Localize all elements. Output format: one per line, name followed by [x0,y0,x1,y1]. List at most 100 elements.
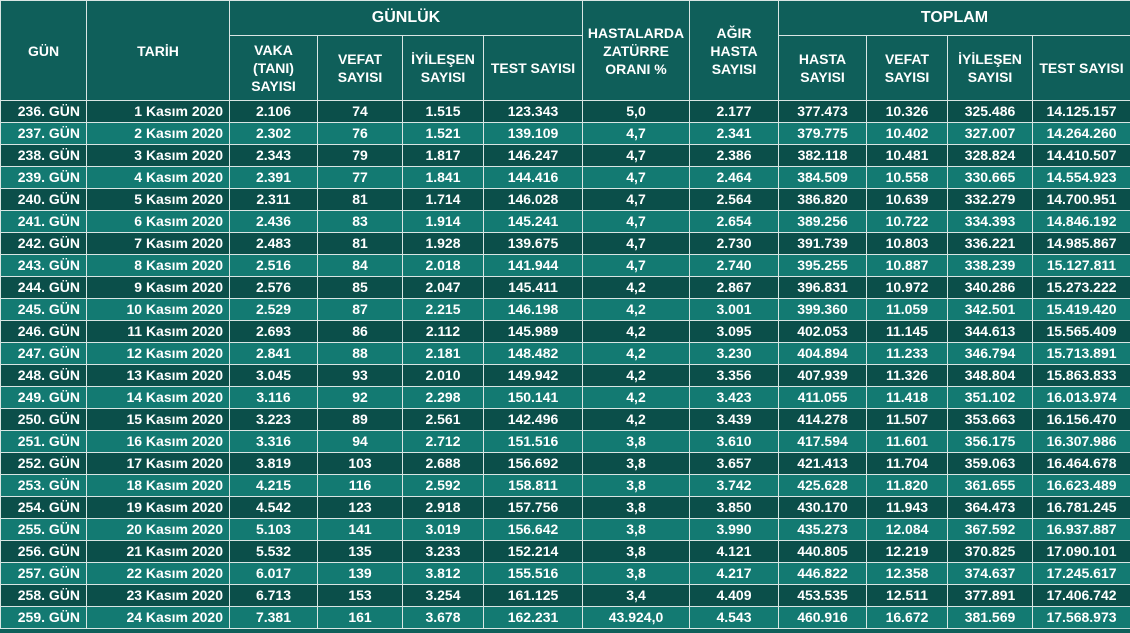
severe-patients-cell: 3.439 [689,408,779,431]
daily-deaths-cell: 141 [317,518,403,541]
total-deaths-cell: 12.084 [866,518,948,541]
total-tests-cell: 15.863.833 [1031,364,1130,387]
total-tests-cell: 16.307.986 [1031,430,1130,453]
daily-tests-cell: 144.416 [483,166,583,189]
daily-recovered-cell: 2.112 [402,320,484,343]
total-cases-cell: 460.916 [778,606,867,629]
daily-cases-cell: 2.529 [229,298,318,321]
table-row: 252. GÜN 17 Kasım 2020 3.819 103 2.688 156.69… [0,452,1130,475]
severe-patients-cell: 2.341 [689,122,779,145]
daily-deaths-cell: 116 [317,474,403,497]
day-cell: 245. GÜN [0,298,87,321]
day-cell: 257. GÜN [0,562,87,585]
daily-tests-cell: 162.231 [483,606,583,629]
severe-patients-cell: 3.657 [689,452,779,475]
day-cell: 239. GÜN [0,166,87,189]
table-row: 254. GÜN 19 Kasım 2020 4.542 123 2.918 157.75… [0,496,1130,519]
daily-tests-cell: 142.496 [483,408,583,431]
total-deaths-cell: 10.402 [866,122,948,145]
daily-cases-cell: 2.483 [229,232,318,255]
daily-deaths-cell: 139 [317,562,403,585]
daily-deaths-cell: 94 [317,430,403,453]
daily-cases-cell: 3.316 [229,430,318,453]
total-recovered-cell: 328.824 [947,144,1033,167]
pneumonia-rate-cell: 3,8 [582,540,690,563]
daily-tests-cell: 139.109 [483,122,583,145]
daily-deaths-cell: 87 [317,298,403,321]
date-cell: 10 Kasım 2020 [86,298,230,321]
total-deaths-cell: 11.233 [866,342,948,365]
table-row: 247. GÜN 12 Kasım 2020 2.841 88 2.181 148.482… [0,342,1130,365]
daily-recovered-cell: 3.254 [402,584,484,607]
total-recovered-cell: 353.663 [947,408,1033,431]
total-deaths-cell: 12.358 [866,562,948,585]
pneumonia-rate-cell: 4,2 [582,364,690,387]
table-row: 246. GÜN 11 Kasım 2020 2.693 86 2.112 145.989… [0,320,1130,343]
daily-tests-cell: 141.944 [483,254,583,277]
daily-deaths-cell: 77 [317,166,403,189]
severe-patients-cell: 2.867 [689,276,779,299]
daily-tests-cell: 155.516 [483,562,583,585]
pneumonia-rate-cell: 3,8 [582,496,690,519]
total-cases-cell: 425.628 [778,474,867,497]
total-cases-cell: 395.255 [778,254,867,277]
table-row: 241. GÜN 6 Kasım 2020 2.436 83 1.914 145.241 4… [0,210,1130,233]
daily-recovered-cell: 3.233 [402,540,484,563]
header-toplam: TOPLAM [777,0,1130,36]
total-deaths-cell: 11.145 [866,320,948,343]
daily-deaths-cell: 74 [317,100,403,123]
severe-patients-cell: 3.095 [689,320,779,343]
daily-cases-cell: 6.017 [229,562,318,585]
pneumonia-rate-cell: 4,2 [582,320,690,343]
total-tests-cell: 14.125.157 [1031,100,1130,123]
daily-cases-cell: 2.516 [229,254,318,277]
date-cell: 1 Kasım 2020 [86,100,230,123]
day-cell: 237. GÜN [0,122,87,145]
table-row: 256. GÜN 21 Kasım 2020 5.532 135 3.233 152.21… [0,540,1130,563]
day-cell: 236. GÜN [0,100,87,123]
day-cell: 258. GÜN [0,584,87,607]
daily-cases-cell: 2.311 [229,188,318,211]
total-recovered-cell: 340.286 [947,276,1033,299]
date-cell: 5 Kasım 2020 [86,188,230,211]
table-row: 236. GÜN 1 Kasım 2020 2.106 74 1.515 123.343 5… [0,100,1130,123]
daily-deaths-cell: 76 [317,122,403,145]
total-recovered-cell: 377.891 [947,584,1033,607]
total-recovered-cell: 327.007 [947,122,1033,145]
pneumonia-rate-cell: 3,4 [582,584,690,607]
total-deaths-cell: 11.326 [866,364,948,387]
daily-deaths-cell: 135 [317,540,403,563]
total-recovered-cell: 332.279 [947,188,1033,211]
total-tests-cell: 14.846.192 [1031,210,1130,233]
table-row: 255. GÜN 20 Kasım 2020 5.103 141 3.019 156.64… [0,518,1130,541]
daily-recovered-cell: 1.914 [402,210,484,233]
daily-deaths-cell: 89 [317,408,403,431]
pneumonia-rate-cell: 4,2 [582,342,690,365]
total-cases-cell: 402.053 [778,320,867,343]
total-tests-cell: 14.700.951 [1031,188,1130,211]
total-cases-cell: 391.739 [778,232,867,255]
total-recovered-cell: 338.239 [947,254,1033,277]
daily-deaths-cell: 88 [317,342,403,365]
total-cases-cell: 440.805 [778,540,867,563]
total-cases-cell: 421.413 [778,452,867,475]
daily-tests-cell: 157.756 [483,496,583,519]
header-agir-hasta: AĞIR HASTA SAYISI [689,0,779,101]
total-tests-cell: 15.127.811 [1031,254,1130,277]
pneumonia-rate-cell: 4,7 [582,166,690,189]
daily-deaths-cell: 92 [317,386,403,409]
total-tests-cell: 17.245.617 [1031,562,1130,585]
daily-recovered-cell: 2.298 [402,386,484,409]
header-gunluk: GÜNLÜK [229,0,583,36]
day-cell: 256. GÜN [0,540,87,563]
daily-cases-cell: 2.391 [229,166,318,189]
table-row: 257. GÜN 22 Kasım 2020 6.017 139 3.812 155.51… [0,562,1130,585]
total-recovered-cell: 359.063 [947,452,1033,475]
header-iyilesen: İYİLEŞEN SAYISI [402,35,484,101]
total-tests-cell: 14.554.923 [1031,166,1130,189]
total-deaths-cell: 10.887 [866,254,948,277]
total-deaths-cell: 11.059 [866,298,948,321]
total-recovered-cell: 342.501 [947,298,1033,321]
header-zaturre: HASTALARDA ZATÜRRE ORANI % [582,0,690,101]
header-vefat: VEFAT SAYISI [317,35,403,101]
